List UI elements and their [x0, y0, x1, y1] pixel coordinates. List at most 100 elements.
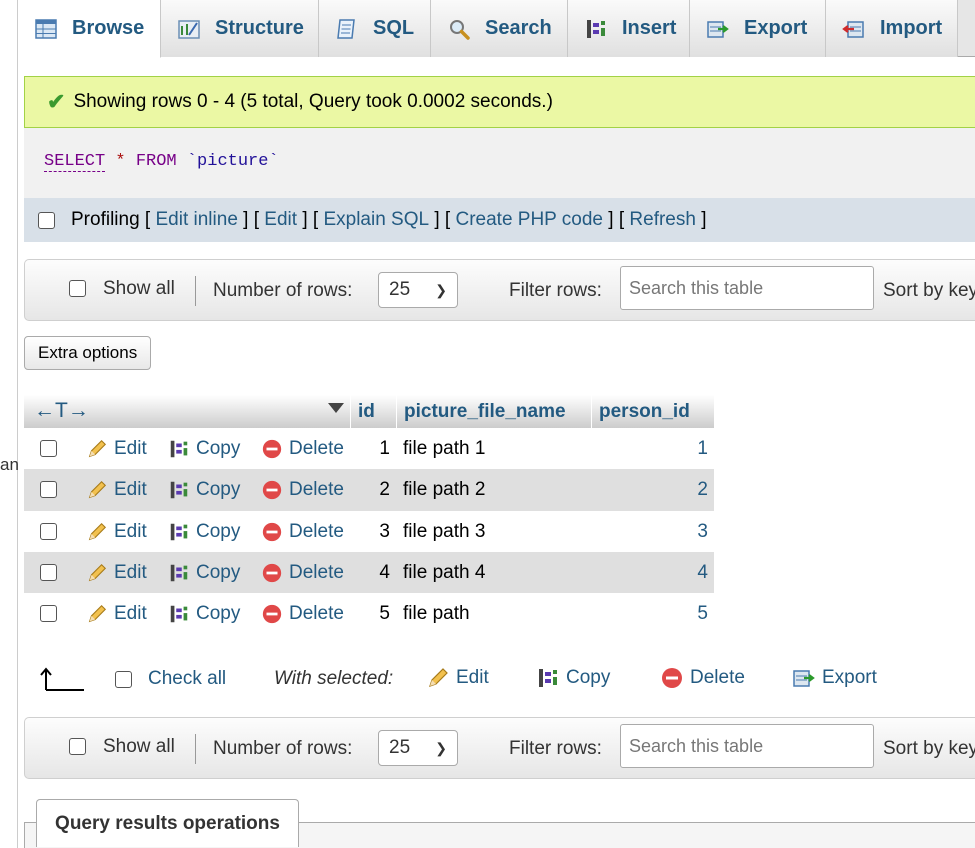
tab-search[interactable]: Search — [431, 0, 568, 57]
extra-options-button[interactable]: Extra options — [24, 336, 152, 370]
success-message: ✔ Showing rows 0 - 4 (5 total, Query too… — [24, 76, 975, 128]
explain-sql-link[interactable]: Explain SQL — [323, 209, 429, 231]
row-copy-action[interactable]: Copy — [168, 479, 240, 501]
row-checkbox[interactable] — [40, 440, 57, 457]
cell-picture-file-name[interactable]: file path — [403, 603, 470, 625]
row-checkbox[interactable] — [40, 481, 57, 499]
bulk-delete-label: Delete — [690, 667, 745, 688]
filter-rows-input[interactable] — [620, 266, 874, 310]
edit-label: Edit — [114, 438, 147, 459]
copy-icon — [170, 564, 188, 582]
show-all-label[interactable]: Show all — [103, 278, 175, 300]
cell-id[interactable]: 5 — [354, 603, 390, 625]
bulk-edit-label: Edit — [456, 667, 489, 688]
check-all-label[interactable]: Check all — [148, 668, 226, 690]
cell-picture-file-name[interactable]: file path 1 — [403, 438, 485, 460]
cell-id[interactable]: 1 — [354, 438, 390, 460]
number-of-rows-select-bottom[interactable]: 25 ❯ — [378, 730, 458, 766]
refresh-link[interactable]: Refresh — [629, 209, 696, 231]
tab-import-label: Import — [880, 17, 943, 39]
row-edit-action[interactable]: Edit — [86, 521, 147, 543]
tab-insert[interactable]: Insert — [568, 0, 690, 57]
tab-structure[interactable]: Structure — [161, 0, 319, 57]
row-checkbox[interactable] — [40, 605, 57, 623]
row-checkbox[interactable] — [40, 522, 57, 540]
tab-browse[interactable]: Browse — [18, 0, 161, 58]
pencil-icon — [429, 668, 448, 687]
delete-icon — [262, 439, 282, 459]
bulk-actions-bar: Check all With selected: Edit Copy Delet… — [24, 660, 975, 700]
number-of-rows-select[interactable]: 25 ❯ — [378, 272, 458, 308]
cell-person-id[interactable]: 5 — [664, 603, 708, 625]
top-tab-bar: Browse Structure SQL Search Insert Expor… — [18, 0, 975, 58]
column-header-picture-file-name[interactable]: picture_file_name — [404, 401, 566, 423]
query-results-operations-tab[interactable]: Query results operations — [36, 799, 299, 847]
tab-insert-label: Insert — [622, 17, 677, 39]
row-copy-action[interactable]: Copy — [168, 521, 240, 543]
column-options-dropdown-icon[interactable] — [328, 403, 344, 413]
column-resize-arrows-icon[interactable]: ←T→ — [34, 399, 89, 423]
chevron-down-icon: ❯ — [435, 281, 447, 298]
row-copy-action[interactable]: Copy — [168, 438, 240, 460]
bulk-export-button[interactable]: Export — [792, 666, 877, 690]
arrow-up-left-icon — [40, 667, 84, 691]
success-text: Showing rows 0 - 4 (5 total, Query took … — [73, 91, 553, 112]
row-edit-action[interactable]: Edit — [86, 603, 147, 625]
bulk-delete-button[interactable]: Delete — [660, 666, 745, 690]
tab-import[interactable]: Import — [826, 0, 958, 57]
left-panel-edge: an — [0, 0, 19, 848]
number-of-rows-label-bottom: Number of rows: — [213, 738, 353, 759]
column-separator — [396, 395, 397, 428]
rows-value: 25 — [389, 279, 411, 300]
edit-inline-link[interactable]: Edit inline — [156, 209, 238, 231]
sql-select-keyword[interactable]: SELECT — [44, 152, 106, 172]
delete-icon — [262, 481, 282, 500]
create-php-code-link[interactable]: Create PHP code — [455, 209, 603, 231]
row-delete-action[interactable]: Delete — [261, 562, 344, 584]
tab-sql[interactable]: SQL — [319, 0, 431, 57]
row-edit-action[interactable]: Edit — [86, 438, 147, 460]
cell-person-id[interactable]: 4 — [664, 562, 708, 584]
sort-by-key-label-bottom: Sort by key — [883, 738, 975, 759]
show-all-label-bottom[interactable]: Show all — [103, 736, 175, 758]
cell-picture-file-name[interactable]: file path 3 — [403, 521, 485, 543]
bulk-edit-button[interactable]: Edit — [426, 666, 489, 690]
navigation-bar-top: Show all Number of rows: 25 ❯ Filter row… — [24, 259, 975, 321]
row-checkbox[interactable] — [40, 563, 57, 581]
delete-label: Delete — [289, 520, 344, 542]
cell-picture-file-name[interactable]: file path 2 — [403, 479, 485, 501]
profiling-checkbox[interactable] — [38, 211, 55, 229]
edit-link[interactable]: Edit — [264, 209, 297, 231]
profiling-label: Profiling — [71, 209, 140, 230]
filter-rows-label: Filter rows: — [509, 280, 602, 301]
tab-export[interactable]: Export — [690, 0, 826, 57]
cell-id[interactable]: 2 — [354, 479, 390, 501]
show-all-checkbox-bottom[interactable] — [69, 738, 86, 755]
cell-id[interactable]: 3 — [354, 521, 390, 543]
cell-person-id[interactable]: 3 — [664, 521, 708, 543]
row-delete-action[interactable]: Delete — [261, 479, 344, 501]
filter-rows-input-bottom[interactable] — [620, 724, 874, 768]
row-delete-action[interactable]: Delete — [261, 521, 344, 543]
row-delete-action[interactable]: Delete — [261, 438, 344, 460]
structure-icon — [178, 19, 200, 39]
row-delete-action[interactable]: Delete — [261, 603, 344, 625]
cell-person-id[interactable]: 1 — [664, 438, 708, 460]
row-edit-action[interactable]: Edit — [86, 562, 147, 584]
row-edit-action[interactable]: Edit — [86, 479, 147, 501]
rows-value-bottom: 25 — [389, 737, 411, 758]
row-copy-action[interactable]: Copy — [168, 603, 240, 625]
show-all-checkbox[interactable] — [69, 280, 86, 297]
column-header-id[interactable]: id — [358, 401, 375, 423]
row-copy-action[interactable]: Copy — [168, 562, 240, 584]
bulk-copy-button[interactable]: Copy — [536, 666, 610, 690]
column-separator — [591, 395, 592, 428]
pencil-icon — [88, 481, 107, 499]
check-all-checkbox[interactable] — [115, 671, 132, 688]
cell-person-id[interactable]: 2 — [664, 479, 708, 501]
delete-icon — [262, 563, 282, 583]
cell-picture-file-name[interactable]: file path 4 — [403, 562, 485, 584]
with-selected-label: With selected: — [274, 668, 394, 689]
column-header-person-id[interactable]: person_id — [599, 401, 690, 423]
cell-id[interactable]: 4 — [354, 562, 390, 584]
